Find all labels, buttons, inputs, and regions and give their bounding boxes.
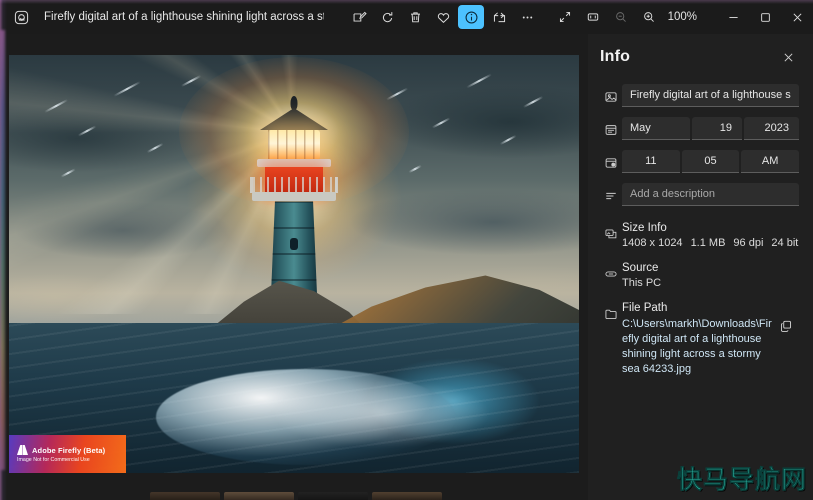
source-label: Source xyxy=(622,262,799,274)
source-block: Source This PC xyxy=(600,261,799,289)
share-button[interactable] xyxy=(486,5,512,29)
sea-spray xyxy=(271,378,491,448)
thumbnail-filmstrip[interactable] xyxy=(0,492,588,500)
delete-button[interactable] xyxy=(402,5,428,29)
image-icon xyxy=(600,86,622,108)
edit-image-button[interactable] xyxy=(346,5,372,29)
size-info-label: Size Info xyxy=(622,222,799,234)
filmstrip-thumbnail[interactable] xyxy=(298,492,368,500)
maximize-button[interactable] xyxy=(749,0,781,34)
date-row: May 19 2023 xyxy=(600,117,799,141)
firefly-watermark-title: Adobe Firefly (Beta) xyxy=(32,446,105,455)
size-info-block: Size Info 1408 x 1024 1.1 MB 96 dpi 24 b… xyxy=(600,221,799,249)
dpi-value: 96 dpi xyxy=(733,237,763,249)
main-content-area: Adobe Firefly (Beta) Image Not for Comme… xyxy=(0,34,813,500)
copy-icon[interactable] xyxy=(773,313,799,339)
filmstrip-thumbnail[interactable] xyxy=(372,492,442,500)
file-name-row: Firefly digital art of a lighthouse s xyxy=(600,84,799,108)
image-actions-toolbar xyxy=(346,5,540,29)
zoom-level-label: 100% xyxy=(664,11,703,23)
more-options-button[interactable] xyxy=(514,5,540,29)
rotate-button[interactable] xyxy=(374,5,400,29)
time-meridiem-input[interactable]: AM xyxy=(741,150,799,173)
date-year-input[interactable]: 2023 xyxy=(744,117,799,140)
balcony-railing xyxy=(250,177,338,193)
file-path-label: File Path xyxy=(622,302,773,314)
bit-depth-value: 24 bit xyxy=(771,237,798,249)
zoom-in-button[interactable] xyxy=(636,5,662,29)
info-button[interactable] xyxy=(458,5,484,29)
filmstrip-thumbnail[interactable] xyxy=(150,492,220,500)
gallery-deck xyxy=(257,159,331,167)
lamp-room xyxy=(268,130,320,160)
description-row: Add a description xyxy=(600,183,799,207)
displayed-photo[interactable]: Adobe Firefly (Beta) Image Not for Comme… xyxy=(9,55,579,473)
firefly-watermark-subtitle: Image Not for Commercial Use xyxy=(17,457,126,463)
date-day-input[interactable]: 19 xyxy=(692,117,742,140)
close-window-button[interactable] xyxy=(781,0,813,34)
close-info-panel-button[interactable] xyxy=(777,46,799,68)
page-watermark: 快马导航网 xyxy=(677,460,807,496)
photos-app-icon xyxy=(8,4,34,30)
calendar-icon xyxy=(600,119,622,141)
clock-icon xyxy=(600,152,622,174)
balcony-deck xyxy=(252,192,336,201)
title-bar: Firefly digital art of a lighthouse shin… xyxy=(0,0,813,34)
info-panel: Info Firefly digital art of a lighthouse… xyxy=(588,34,813,500)
file-path-value[interactable]: C:\Users\markh\Downloads\Firefly digital… xyxy=(622,317,772,377)
fullscreen-button[interactable] xyxy=(552,5,578,29)
view-controls-toolbar: 100% xyxy=(552,5,703,29)
time-minute-input[interactable]: 05 xyxy=(682,150,740,173)
window-title: Firefly digital art of a lighthouse shin… xyxy=(44,11,324,23)
image-dimensions-value: 1408 x 1024 xyxy=(622,237,683,249)
description-input[interactable]: Add a description xyxy=(622,183,799,206)
file-path-block: File Path C:\Users\markh\Downloads\Firef… xyxy=(600,301,799,377)
adobe-firefly-watermark: Adobe Firefly (Beta) Image Not for Comme… xyxy=(9,435,126,473)
file-size-value: 1.1 MB xyxy=(691,237,726,249)
info-panel-title: Info xyxy=(600,48,630,66)
source-value: This PC xyxy=(622,277,799,289)
adobe-logo-icon xyxy=(17,445,28,455)
photos-app-window: Firefly digital art of a lighthouse shin… xyxy=(0,0,813,500)
link-icon xyxy=(600,263,622,285)
time-hour-input[interactable]: 11 xyxy=(622,150,680,173)
zoom-out-button[interactable] xyxy=(608,5,634,29)
info-panel-header: Info xyxy=(600,46,799,68)
size-info-icon xyxy=(600,223,622,245)
time-row: 11 05 AM xyxy=(600,150,799,174)
file-name-input[interactable]: Firefly digital art of a lighthouse s xyxy=(622,84,799,107)
folder-icon xyxy=(600,303,622,325)
date-month-input[interactable]: May xyxy=(622,117,690,140)
tower-roof xyxy=(260,108,328,130)
fit-to-window-button[interactable] xyxy=(580,5,606,29)
window-controls xyxy=(717,0,813,34)
filmstrip-thumbnail[interactable] xyxy=(224,492,294,500)
image-viewer[interactable]: Adobe Firefly (Beta) Image Not for Comme… xyxy=(0,34,588,500)
minimize-button[interactable] xyxy=(717,0,749,34)
description-lines-icon xyxy=(600,185,622,207)
tower-window xyxy=(290,238,298,250)
favorite-button[interactable] xyxy=(430,5,456,29)
